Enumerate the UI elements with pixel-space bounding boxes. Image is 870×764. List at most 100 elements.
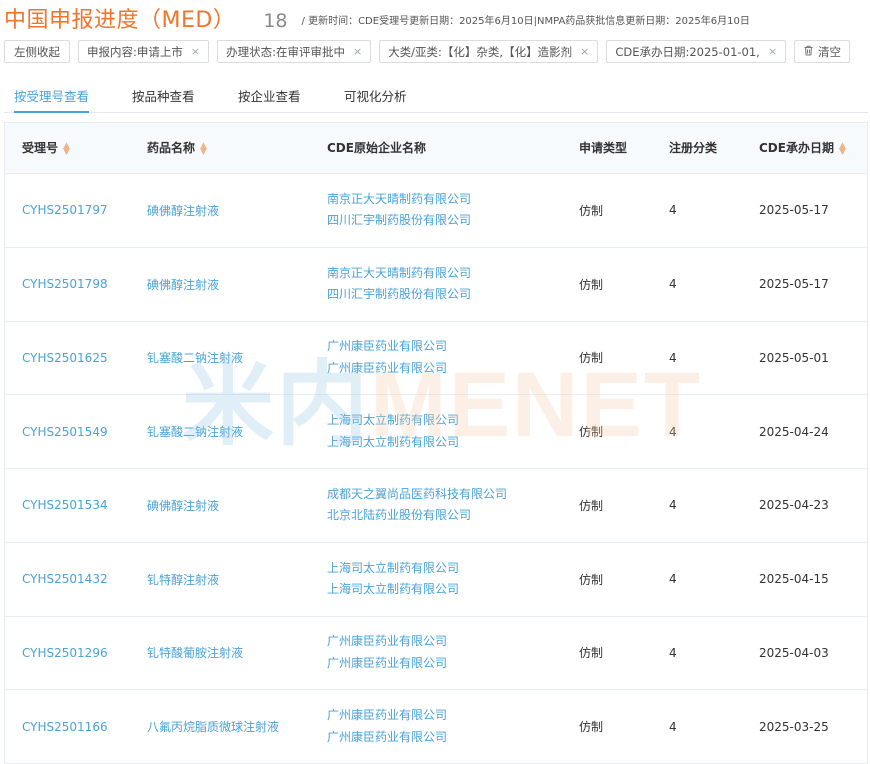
sort-icon[interactable]: ▲ ▼ xyxy=(200,141,207,156)
tab-by-company[interactable]: 按企业查看 xyxy=(238,86,301,111)
table-row: CYHS2501797 碘佛醇注射液 南京正大天晴制药有限公司 四川汇宇制药股份… xyxy=(5,174,867,248)
acceptance-number-link[interactable]: CYHS2501549 xyxy=(22,395,108,468)
cde-date: 2025-03-25 xyxy=(759,719,829,734)
company-link[interactable]: 上海司太立制药有限公司 xyxy=(327,558,459,580)
close-icon[interactable]: × xyxy=(191,45,200,58)
tab-by-acceptance-number[interactable]: 按受理号查看 xyxy=(14,86,90,113)
column-header-acceptance-number[interactable]: 受理号 ▲ ▼ xyxy=(22,123,70,173)
company-link[interactable]: 南京正大天晴制药有限公司 xyxy=(327,263,471,285)
close-icon[interactable]: × xyxy=(768,45,777,58)
column-header-drug-name[interactable]: 药品名称 ▲ ▼ xyxy=(147,123,207,173)
tab-by-drug[interactable]: 按品种查看 xyxy=(132,86,195,111)
application-type: 仿制 xyxy=(579,203,604,218)
filter-chip-date[interactable]: CDE承办日期:2025-01-01, × xyxy=(606,40,787,63)
company-cell: 广州康臣药业有限公司 广州康臣药业有限公司 xyxy=(327,690,447,763)
company-link[interactable]: 广州康臣药业有限公司 xyxy=(327,705,447,727)
drug-name-link[interactable]: 碘佛醇注射液 xyxy=(147,248,219,321)
company-link[interactable]: 南京正大天晴制药有限公司 xyxy=(327,189,471,211)
filter-chip-label: CDE承办日期:2025-01-01, xyxy=(615,44,760,59)
table-row: CYHS2501625 钆塞酸二钠注射液 广州康臣药业有限公司 广州康臣药业有限… xyxy=(5,322,867,396)
registration-class: 4 xyxy=(669,645,677,660)
result-count: 18 xyxy=(263,10,288,32)
column-label: 药品名称 xyxy=(147,141,196,155)
acceptance-number-link[interactable]: CYHS2501166 xyxy=(22,690,108,763)
registration-class: 4 xyxy=(669,424,677,439)
filter-chip-label: 办理状态:在审评审批中 xyxy=(226,44,345,59)
column-header-application-type: 申请类型 xyxy=(579,141,628,155)
trash-icon xyxy=(803,45,814,59)
table-row: CYHS2501166 八氟丙烷脂质微球注射液 广州康臣药业有限公司 广州康臣药… xyxy=(5,690,867,763)
column-header-cde-date[interactable]: CDE承办日期 ▲ ▼ xyxy=(759,123,846,173)
company-cell: 成都天之翼尚品医药科技有限公司 北京北陆药业股份有限公司 xyxy=(327,469,507,542)
acceptance-number-link[interactable]: CYHS2501798 xyxy=(22,248,108,321)
filter-chip-label: 申报内容:申请上市 xyxy=(87,44,183,59)
column-header-company: CDE原始企业名称 xyxy=(327,141,426,155)
filter-chip-category[interactable]: 大类/亚类:【化】杂类,【化】造影剂 × xyxy=(379,40,599,63)
registration-class: 4 xyxy=(669,719,677,734)
filter-chip-content[interactable]: 申报内容:申请上市 × xyxy=(78,40,210,63)
cde-date: 2025-04-03 xyxy=(759,645,829,660)
acceptance-number-link[interactable]: CYHS2501432 xyxy=(22,543,108,616)
clear-filters-button[interactable]: 清空 xyxy=(794,40,851,63)
company-link[interactable]: 四川汇宇制药股份有限公司 xyxy=(327,210,471,232)
close-icon[interactable]: × xyxy=(353,45,362,58)
collapse-sidebar-button[interactable]: 左侧收起 xyxy=(4,40,70,63)
acceptance-number-link[interactable]: CYHS2501534 xyxy=(22,469,108,542)
application-type: 仿制 xyxy=(579,646,604,661)
page-header: 中国申报进度（MED） 18 / 更新时间：CDE受理号更新日期：2025年6月… xyxy=(4,2,750,33)
sort-icon[interactable]: ▲ ▼ xyxy=(63,141,70,156)
drug-name-link[interactable]: 钆塞酸二钠注射液 xyxy=(147,395,243,468)
application-type: 仿制 xyxy=(579,425,604,440)
drug-name-link[interactable]: 碘佛醇注射液 xyxy=(147,469,219,542)
application-type: 仿制 xyxy=(579,720,604,735)
clear-label: 清空 xyxy=(818,44,842,59)
company-link[interactable]: 上海司太立制药有限公司 xyxy=(327,579,459,601)
table-row: CYHS2501549 钆塞酸二钠注射液 上海司太立制药有限公司 上海司太立制药… xyxy=(5,395,867,469)
table-row: CYHS2501534 碘佛醇注射液 成都天之翼尚品医药科技有限公司 北京北陆药… xyxy=(5,469,867,543)
application-type: 仿制 xyxy=(579,498,604,513)
registration-class: 4 xyxy=(669,572,677,587)
company-link[interactable]: 北京北陆药业股份有限公司 xyxy=(327,505,471,527)
drug-name-link[interactable]: 钆塞酸二钠注射液 xyxy=(147,322,243,395)
filter-chip-status[interactable]: 办理状态:在审评审批中 × xyxy=(217,40,372,63)
table-row: CYHS2501432 钆特醇注射液 上海司太立制药有限公司 上海司太立制药有限… xyxy=(5,543,867,617)
company-link[interactable]: 广州康臣药业有限公司 xyxy=(327,358,447,380)
company-link[interactable]: 广州康臣药业有限公司 xyxy=(327,631,447,653)
company-link[interactable]: 广州康臣药业有限公司 xyxy=(327,336,447,358)
column-label: 受理号 xyxy=(22,141,59,155)
cde-date: 2025-04-24 xyxy=(759,424,829,439)
column-header-registration-class: 注册分类 xyxy=(669,141,718,155)
sort-icon[interactable]: ▲ ▼ xyxy=(839,141,846,156)
application-type: 仿制 xyxy=(579,351,604,366)
column-label: CDE承办日期 xyxy=(759,141,834,155)
company-link[interactable]: 四川汇宇制药股份有限公司 xyxy=(327,284,471,306)
acceptance-number-link[interactable]: CYHS2501296 xyxy=(22,617,108,690)
cde-date: 2025-05-01 xyxy=(759,350,829,365)
company-cell: 广州康臣药业有限公司 广州康臣药业有限公司 xyxy=(327,322,447,395)
registration-class: 4 xyxy=(669,203,677,218)
application-table: 受理号 ▲ ▼ 药品名称 ▲ ▼ CDE原始企业名称 申请类型 注册分类 CDE承办日期… xyxy=(4,122,868,764)
filter-chip-label: 大类/亚类:【化】杂类,【化】造影剂 xyxy=(388,44,573,59)
cde-date: 2025-04-23 xyxy=(759,498,829,513)
close-icon[interactable]: × xyxy=(580,45,589,58)
view-tabs: 按受理号查看 按品种查看 按企业查看 可视化分析 xyxy=(4,82,868,113)
company-link[interactable]: 上海司太立制药有限公司 xyxy=(327,410,459,432)
drug-name-link[interactable]: 八氟丙烷脂质微球注射液 xyxy=(147,690,279,763)
company-link[interactable]: 广州康臣药业有限公司 xyxy=(327,727,447,749)
table-header: 受理号 ▲ ▼ 药品名称 ▲ ▼ CDE原始企业名称 申请类型 注册分类 CDE承办日期… xyxy=(5,123,867,174)
company-cell: 上海司太立制药有限公司 上海司太立制药有限公司 xyxy=(327,395,459,468)
drug-name-link[interactable]: 钆特酸葡胺注射液 xyxy=(147,617,243,690)
drug-name-link[interactable]: 钆特醇注射液 xyxy=(147,543,219,616)
acceptance-number-link[interactable]: CYHS2501797 xyxy=(22,174,108,247)
application-type: 仿制 xyxy=(579,277,604,292)
company-link[interactable]: 广州康臣药业有限公司 xyxy=(327,653,447,675)
acceptance-number-link[interactable]: CYHS2501625 xyxy=(22,322,108,395)
registration-class: 4 xyxy=(669,350,677,365)
company-link[interactable]: 成都天之翼尚品医药科技有限公司 xyxy=(327,484,507,506)
tab-visual-analysis[interactable]: 可视化分析 xyxy=(344,86,407,111)
company-link[interactable]: 上海司太立制药有限公司 xyxy=(327,432,459,454)
cde-date: 2025-04-15 xyxy=(759,572,829,587)
drug-name-link[interactable]: 碘佛醇注射液 xyxy=(147,174,219,247)
table-row: CYHS2501798 碘佛醇注射液 南京正大天晴制药有限公司 四川汇宇制药股份… xyxy=(5,248,867,322)
table-row: CYHS2501296 钆特酸葡胺注射液 广州康臣药业有限公司 广州康臣药业有限… xyxy=(5,617,867,691)
